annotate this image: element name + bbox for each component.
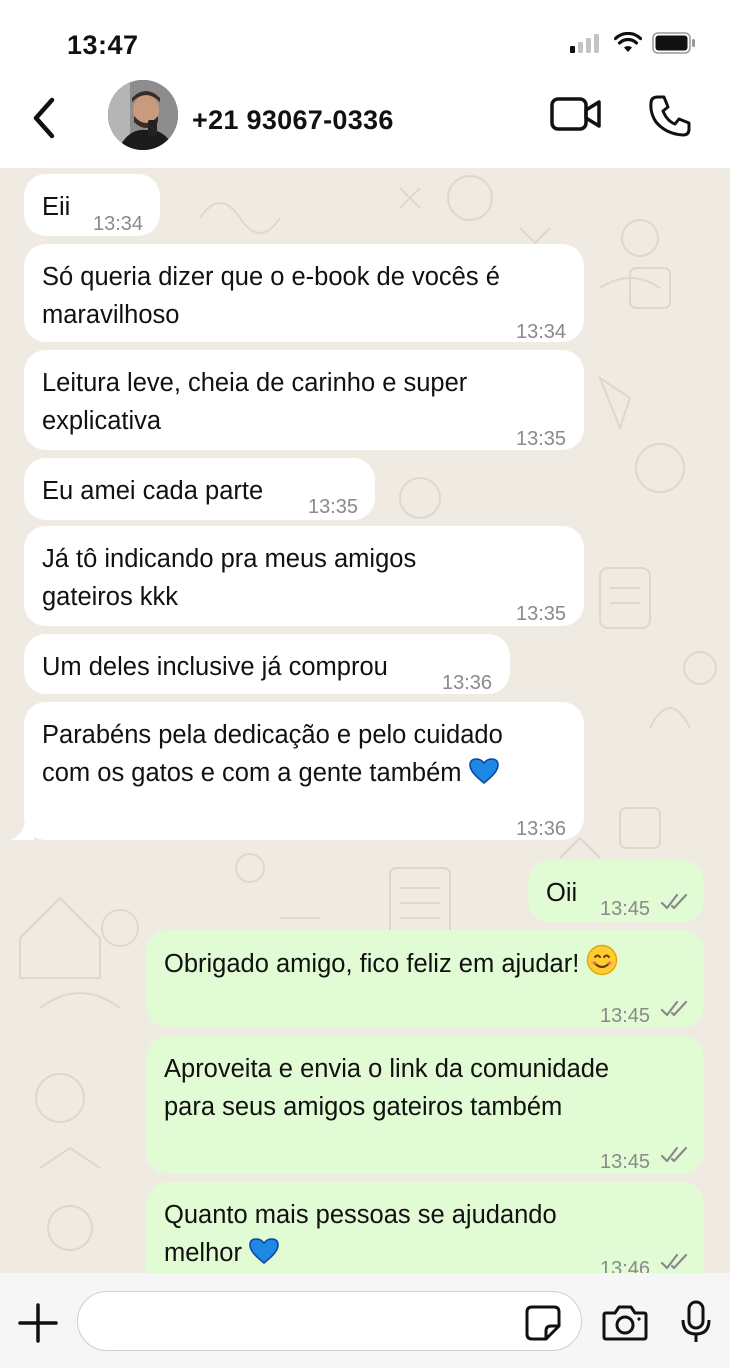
microphone-icon[interactable]	[680, 1300, 712, 1344]
status-time: 13:47	[67, 30, 139, 60]
incoming-message[interactable]: Eu amei cada parte 13:35	[24, 458, 375, 520]
message-text: Leitura leve, cheia de carinho e super e…	[42, 369, 468, 435]
message-text: Só queria dizer que o e-book de vocês é …	[42, 263, 500, 329]
message-time: 13:34	[516, 321, 567, 343]
double-check-icon	[660, 1000, 688, 1017]
status-icons	[570, 32, 696, 54]
incoming-message[interactable]: Um deles inclusive já comprou 13:36	[24, 634, 510, 694]
contact-name[interactable]: +21 93067-0336	[192, 105, 394, 136]
message-text: Já tô indicando pra meus amigos gateiros…	[42, 545, 417, 611]
message-time: 13:46	[600, 1258, 651, 1273]
message-input[interactable]	[98, 1306, 522, 1334]
incoming-message[interactable]: Só queria dizer que o e-book de vocês é …	[24, 244, 584, 343]
message-time: 13:45	[600, 898, 651, 920]
outgoing-message[interactable]: Aproveita e envia o link da comunidade p…	[146, 1036, 704, 1174]
message-text: Parabéns pela dedicação e pelo cuidado c…	[42, 721, 503, 787]
blue-heart-emoji	[468, 758, 499, 785]
status-bar: 13:47	[0, 0, 730, 80]
avatar[interactable]	[108, 80, 178, 150]
message-time: 13:36	[516, 818, 567, 840]
bubble-tail	[10, 820, 34, 840]
message-text: Obrigado amigo, fico feliz em ajudar!	[164, 944, 618, 983]
incoming-message[interactable]: Leitura leve, cheia de carinho e super e…	[24, 350, 584, 450]
incoming-message[interactable]: Parabéns pela dedicação e pelo cuidado c…	[10, 702, 584, 840]
camera-icon[interactable]	[602, 1305, 648, 1341]
battery-icon	[652, 32, 695, 54]
message-time: 13:45	[600, 1005, 651, 1027]
smiling-face-emoji	[587, 944, 618, 976]
message-text: Eu amei cada parte	[42, 477, 264, 505]
outgoing-message[interactable]: Oii 13:45	[528, 860, 704, 922]
double-check-icon	[660, 1253, 688, 1270]
message-time: 13:45	[600, 1151, 651, 1173]
signal-icon	[570, 34, 599, 53]
chat-area[interactable]: Eii 13:34 Só queria dizer que o e-book de …	[0, 168, 730, 1273]
back-icon[interactable]	[28, 95, 62, 141]
double-check-icon	[660, 893, 688, 910]
double-check-icon	[660, 1146, 688, 1163]
message-time: 13:35	[516, 603, 567, 625]
message-time: 13:35	[308, 496, 359, 518]
sticker-icon[interactable]	[524, 1304, 562, 1342]
incoming-message[interactable]: Eii 13:34	[24, 174, 160, 236]
incoming-message[interactable]: Já tô indicando pra meus amigos gateiros…	[24, 526, 584, 626]
blue-heart-emoji	[249, 1238, 279, 1265]
outgoing-message[interactable]: Obrigado amigo, fico feliz em ajudar! 13…	[146, 930, 704, 1028]
phone-icon[interactable]	[648, 94, 692, 138]
chat-header: +21 93067-0336	[0, 80, 730, 168]
message-input-box[interactable]	[77, 1291, 582, 1351]
composer-bar	[0, 1273, 730, 1368]
message-text: Oii	[546, 879, 578, 907]
plus-icon[interactable]	[18, 1303, 58, 1343]
message-time: 13:36	[442, 672, 493, 694]
message-text: Quanto mais pessoas se ajudando melhor	[164, 1201, 557, 1267]
wifi-icon	[614, 32, 642, 52]
message-time: 13:35	[516, 428, 567, 450]
outgoing-message[interactable]: Quanto mais pessoas se ajudando melhor 1…	[146, 1182, 704, 1273]
message-text: Eii	[42, 193, 71, 221]
message-time: 13:34	[93, 213, 144, 235]
video-call-icon[interactable]	[550, 94, 602, 134]
message-text: Aproveita e envia o link da comunidade p…	[164, 1055, 610, 1121]
message-text: Um deles inclusive já comprou	[42, 653, 388, 681]
